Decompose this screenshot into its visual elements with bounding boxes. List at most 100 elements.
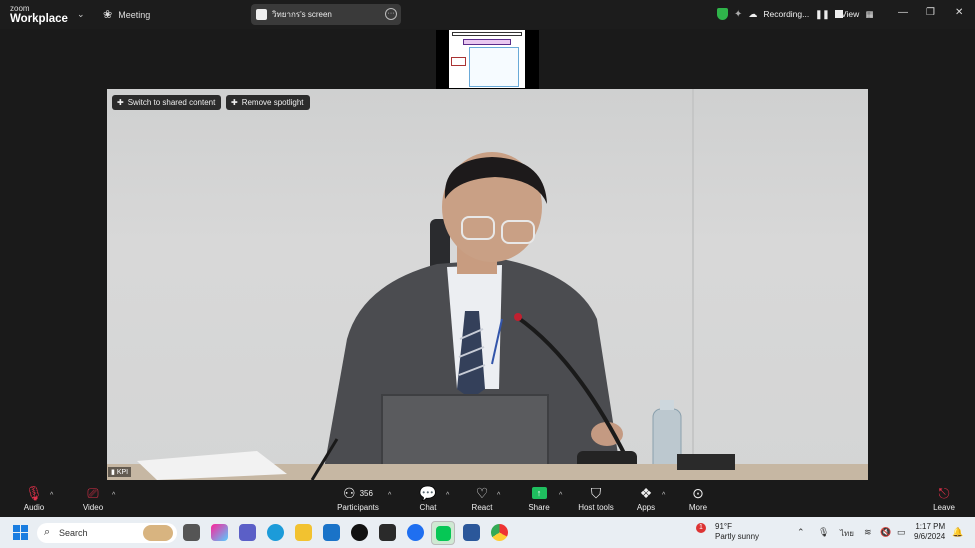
share-label: Share — [528, 503, 550, 512]
share-icon-wrap: ↑ — [525, 483, 553, 503]
heart-icon: ♡ — [475, 484, 489, 501]
react-label: React — [471, 503, 493, 512]
word-icon[interactable] — [463, 524, 480, 541]
mail-icon[interactable] — [323, 524, 340, 541]
chat-caret-icon[interactable]: ^ — [446, 492, 449, 499]
remove-label: Remove spotlight — [241, 98, 304, 107]
notification-bell-icon[interactable]: 🔔 — [952, 527, 963, 538]
apps-label: Apps — [636, 503, 656, 512]
bottle-cap — [660, 400, 674, 410]
view-menu[interactable]: View ▦ — [841, 9, 874, 20]
restore-icon[interactable]: ❐ — [926, 7, 935, 18]
pin-icon: ✚ — [117, 98, 124, 107]
apps-caret-icon[interactable]: ^ — [662, 492, 665, 499]
participants-button[interactable]: ⚇ 356 Participants — [335, 483, 381, 513]
switch-to-shared-content-button[interactable]: ✚ Switch to shared content — [112, 95, 222, 110]
react-caret-icon[interactable]: ^ — [497, 492, 500, 499]
participants-icon: ⚇ — [343, 484, 356, 501]
remove-spotlight-button[interactable]: ✚ Remove spotlight — [226, 95, 310, 110]
host-tools-button[interactable]: ⛉ Host tools — [576, 483, 616, 513]
title-bar: zoom Workplace ⌄ ❀ Meeting วิทยากร's scr… — [0, 0, 975, 29]
leave-icon: ⎋ — [938, 484, 950, 501]
chevron-down-icon[interactable]: ⌄ — [77, 9, 85, 20]
more-label: More — [688, 503, 708, 512]
taskbar-search[interactable]: ⌕ Search — [37, 523, 177, 543]
search-placeholder: Search — [59, 528, 88, 538]
sparkle-icon[interactable]: ✦ — [734, 9, 742, 20]
participant-name-tag: ▮ KPI — [108, 467, 132, 477]
react-button[interactable]: ♡ React — [468, 483, 496, 513]
slide-heading — [452, 32, 522, 36]
recording-label: Recording... — [763, 9, 810, 19]
recording-status: ✦ ☁ Recording... ❚❚ — [717, 8, 844, 20]
language-indicator[interactable]: ไทย — [840, 527, 854, 540]
chevron-up-icon[interactable]: ⌃ — [797, 527, 805, 538]
search-highlight-icon — [143, 525, 173, 541]
task-view-icon[interactable] — [183, 524, 200, 541]
cloud-icon: ☁ — [748, 8, 758, 19]
clock-date: 9/6/2024 — [914, 532, 946, 541]
battery-icon[interactable]: ▭ — [897, 527, 906, 538]
participant-name: KPI — [116, 469, 129, 476]
more-button[interactable]: ⊙ More — [684, 483, 712, 513]
clock[interactable]: 1:17 PM 9/6/2024 — [914, 522, 945, 542]
audio-button[interactable]: 🎙 Audio — [20, 483, 48, 513]
line-app-icon[interactable] — [431, 521, 455, 545]
windows-taskbar: ⌕ Search 1 91°F Partly sunny ⌃ 🎙 ไทย ≋ 🔇… — [0, 517, 975, 548]
teams-icon[interactable] — [239, 524, 256, 541]
apps-button[interactable]: ❖ Apps — [633, 483, 659, 513]
close-icon[interactable]: ✕ — [955, 7, 963, 18]
weather-widget[interactable]: 1 91°F Partly sunny — [696, 522, 759, 541]
chrome-icon[interactable] — [491, 524, 508, 541]
share-caret-icon[interactable]: ^ — [559, 492, 562, 499]
video-button[interactable]: ⎚ Video — [80, 483, 106, 513]
zoom-logo[interactable]: zoom Workplace — [10, 5, 68, 26]
participants-count: 356 — [359, 488, 373, 498]
slide-preview — [449, 30, 525, 88]
participants-label: Participants — [337, 503, 379, 512]
wifi-icon[interactable]: ≋ — [864, 527, 872, 538]
grid-icon: ▦ — [865, 9, 874, 19]
weather-badge: 1 — [696, 523, 706, 533]
participants-icon-wrap: ⚇ 356 — [335, 483, 381, 503]
shared-content-thumbnail[interactable] — [436, 30, 539, 89]
slide-table — [469, 47, 519, 87]
minimize-icon[interactable]: — — [898, 7, 908, 18]
weather-desc: Partly sunny — [715, 532, 760, 541]
weather-temp: 91°F — [715, 522, 732, 531]
camera-off-icon: ⎚ — [87, 484, 99, 501]
shared-screen-pill[interactable]: วิทยากร's screen ··· — [251, 4, 401, 25]
share-button[interactable]: ↑ Share — [525, 483, 553, 512]
participants-caret-icon[interactable]: ^ — [388, 492, 391, 499]
view-label: View — [841, 9, 860, 19]
file-explorer-icon[interactable] — [295, 524, 312, 541]
copilot-icon[interactable] — [211, 524, 228, 541]
sticky-notes-icon[interactable] — [379, 524, 396, 541]
windows-start-icon[interactable] — [13, 525, 28, 540]
leave-button[interactable]: ⎋ Leave — [930, 483, 958, 513]
pause-icon[interactable]: ❚❚ — [815, 9, 829, 20]
share-icon: ↑ — [531, 487, 547, 499]
edge-icon[interactable] — [267, 524, 284, 541]
audio-label: Audio — [23, 503, 45, 512]
clock-time: 1:17 PM — [915, 522, 946, 531]
brand-top: zoom — [10, 4, 30, 13]
speaker-muted-icon[interactable]: 🔇 — [880, 527, 891, 538]
meeting-menu[interactable]: ❀ Meeting — [103, 8, 150, 21]
microphone-tip — [514, 313, 522, 321]
spotlight-video[interactable]: ✚ Switch to shared content ✚ Remove spot… — [107, 89, 868, 480]
speaker-video-frame — [107, 152, 868, 480]
microphone-icon[interactable]: 🎙 — [818, 527, 829, 538]
more-options-icon[interactable]: ··· — [385, 8, 397, 20]
chat-button[interactable]: 💬 Chat — [414, 483, 442, 513]
video-caret-icon[interactable]: ^ — [112, 492, 115, 499]
ellipsis-icon: ⊙ — [692, 484, 704, 501]
audio-caret-icon[interactable]: ^ — [50, 492, 53, 499]
shield-icon — [717, 8, 728, 20]
signal-icon: ▮ — [111, 469, 115, 476]
dell-icon[interactable] — [351, 524, 368, 541]
zoom-app-icon[interactable] — [407, 524, 424, 541]
search-icon: ⌕ — [44, 526, 51, 538]
meeting-label: Meeting — [118, 9, 151, 20]
apps-icon: ❖ — [639, 484, 653, 501]
